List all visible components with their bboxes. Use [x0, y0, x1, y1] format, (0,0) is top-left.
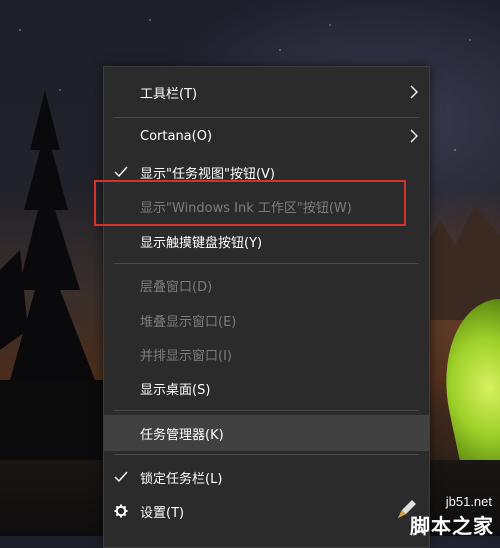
menu-item-stack-windows: 堆叠显示窗口(E) — [104, 303, 429, 337]
menu-item-cortana[interactable]: Cortana(O) — [104, 119, 429, 153]
menu-item-show-desktop[interactable]: 显示桌面(S) — [104, 371, 429, 405]
watermark: jb51.net 脚本之家 — [396, 494, 496, 538]
menu-item-label: 任务管理器(K) — [140, 427, 224, 443]
checkmark-icon — [114, 471, 128, 483]
menu-separator — [114, 117, 419, 118]
menu-item-settings[interactable]: 设置(T) — [104, 494, 429, 528]
menu-item-label: 显示"任务视图"按钮(V) — [140, 166, 275, 182]
gear-icon — [114, 504, 128, 518]
menu-separator — [114, 263, 419, 264]
menu-item-task-manager[interactable]: 任务管理器(K) — [104, 415, 429, 451]
watermark-site-name: 脚本之家 — [410, 514, 494, 538]
menu-item-label: 工具栏(T) — [140, 86, 198, 102]
menu-item-label: 设置(T) — [140, 505, 185, 521]
menu-item-label: Cortana(O) — [140, 128, 213, 144]
menu-item-label: 并排显示窗口(I) — [140, 348, 232, 364]
menu-item-label: 显示触摸键盘按钮(Y) — [140, 235, 263, 251]
menu-item-label: 堆叠显示窗口(E) — [140, 314, 237, 330]
menu-item-label: 锁定任务栏(L) — [140, 471, 223, 487]
highlight-annotation-box — [94, 180, 406, 226]
menu-item-show-touch-keyboard-button[interactable]: 显示触摸键盘按钮(Y) — [104, 224, 429, 258]
menu-item-label: 显示桌面(S) — [140, 382, 211, 398]
checkmark-icon — [114, 166, 128, 178]
chevron-right-icon — [410, 85, 418, 99]
chevron-right-icon — [410, 129, 418, 143]
menu-separator — [114, 454, 419, 455]
watermark-url: jb51.net — [445, 494, 492, 509]
menu-separator — [114, 410, 419, 411]
tree-silhouette — [0, 90, 110, 470]
menu-item-toolbars[interactable]: 工具栏(T) — [104, 75, 429, 109]
taskbar-context-menu: 工具栏(T) Cortana(O) 显示"任务视图"按钮(V) 显示"Windo… — [103, 66, 430, 548]
menu-item-cascade-windows: 层叠窗口(D) — [104, 268, 429, 302]
menu-item-label: 层叠窗口(D) — [140, 279, 213, 295]
menu-item-lock-taskbar[interactable]: 锁定任务栏(L) — [104, 460, 429, 494]
menu-item-side-by-side-windows: 并排显示窗口(I) — [104, 337, 429, 371]
